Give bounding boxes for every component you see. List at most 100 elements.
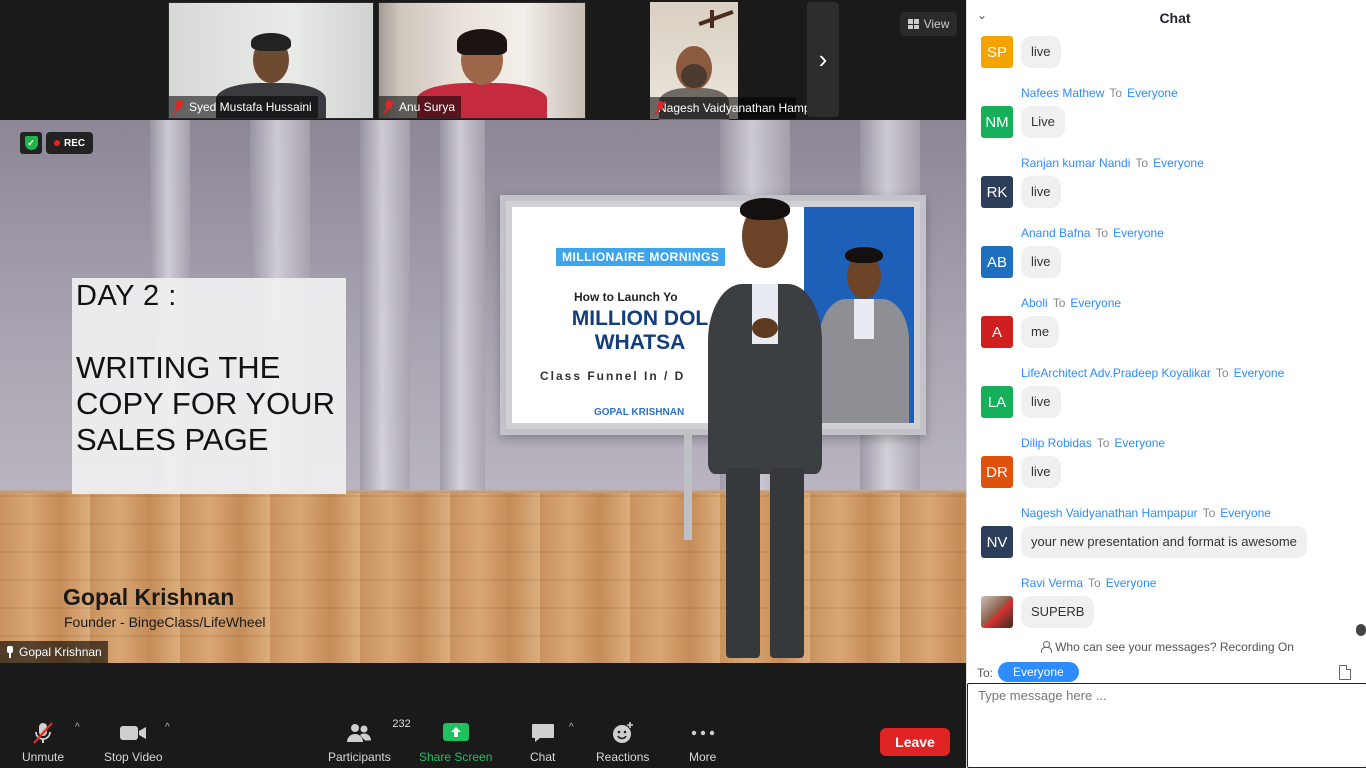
- chat-message-list[interactable]: SP live Nafees Mathew To Everyone NM Live …: [967, 36, 1359, 636]
- participant-name: Anu Surya: [399, 100, 456, 114]
- chat-button[interactable]: Chat: [530, 720, 555, 764]
- message-meta: Anand Bafna To Everyone: [1021, 226, 1164, 240]
- recipient-name[interactable]: Everyone: [1234, 366, 1285, 380]
- leave-button[interactable]: Leave: [880, 728, 950, 756]
- board-tagline: Class Funnel In / D: [540, 369, 686, 383]
- participant-name: Syed Mustafa Hussaini: [189, 100, 312, 114]
- message-meta: Ranjan kumar Nandi To Everyone: [1021, 156, 1204, 170]
- recipient-name[interactable]: Everyone: [1070, 296, 1121, 310]
- sender-name[interactable]: Anand Bafna: [1021, 226, 1090, 240]
- view-button-label: View: [923, 17, 950, 31]
- recipient-name[interactable]: Everyone: [1113, 226, 1164, 240]
- sender-name[interactable]: Nagesh Vaidyanathan Hampapur: [1021, 506, 1198, 520]
- reactions-button[interactable]: Reactions: [596, 720, 649, 764]
- participant-video-tile[interactable]: Anu Surya: [378, 2, 586, 119]
- to-word: To: [1096, 436, 1110, 450]
- participants-icon: 232: [346, 718, 411, 746]
- chat-title: Chat: [1159, 10, 1191, 26]
- sender-name[interactable]: LifeArchitect Adv.Pradeep Koyalikar: [1021, 366, 1211, 380]
- message-meta: Nafees Mathew To Everyone: [1021, 86, 1178, 100]
- to-word: To: [1095, 226, 1109, 240]
- security-shield-icon[interactable]: ✓: [20, 132, 42, 154]
- mic-muted-icon: [173, 100, 185, 114]
- message-bubble: live: [1021, 36, 1061, 68]
- chat-bubble-icon: [531, 720, 555, 746]
- to-word: To: [1215, 366, 1229, 380]
- chat-message-input[interactable]: [967, 683, 1366, 768]
- sender-name[interactable]: Ranjan kumar Nandi: [1021, 156, 1130, 170]
- active-speaker-label: Gopal Krishnan: [0, 641, 108, 663]
- participant-name-label: Nagesh Vaidyanathan Hampap...: [650, 97, 834, 119]
- message-bubble: Live: [1021, 106, 1065, 138]
- backdrop-pillar: [440, 120, 485, 490]
- to-word: To: [1202, 506, 1216, 520]
- recipient-selector[interactable]: Everyone: [998, 662, 1079, 682]
- next-page-button[interactable]: ›: [807, 2, 839, 117]
- message-bubble: live: [1021, 246, 1061, 278]
- share-screen-button[interactable]: Share Screen: [419, 720, 492, 764]
- mic-muted-icon: [383, 100, 395, 114]
- sender-avatar: RK: [981, 176, 1013, 208]
- message-bubble: your new presentation and format is awes…: [1021, 526, 1307, 558]
- share-screen-label: Share Screen: [419, 750, 493, 764]
- active-speaker-video[interactable]: DAY 2 : WRITING THE COPY FOR YOUR SALES …: [0, 120, 966, 663]
- to-label: To:: [977, 666, 994, 680]
- unmute-button[interactable]: Unmute: [22, 720, 64, 764]
- rec-badge[interactable]: REC: [46, 132, 94, 154]
- privacy-notice[interactable]: Who can see your messages? Recording On: [967, 640, 1366, 654]
- presenter-name-caption: Gopal Krishnan: [63, 584, 235, 610]
- view-button[interactable]: View: [900, 12, 957, 36]
- more-dots-icon: [691, 720, 715, 746]
- participants-count: 232: [392, 718, 411, 730]
- message-meta: Nagesh Vaidyanathan Hampapur To Everyone: [1021, 506, 1271, 520]
- recipient-name[interactable]: Everyone: [1127, 86, 1178, 100]
- audio-options-caret-icon[interactable]: ^: [75, 722, 80, 733]
- message-bubble: live: [1021, 386, 1061, 418]
- participant-thumbnail-strip: Syed Mustafa Hussaini Anu Surya Nagesh V…: [0, 0, 966, 122]
- to-word: To: [1088, 576, 1101, 590]
- sender-name[interactable]: Ravi Verma: [1021, 576, 1083, 590]
- sender-avatar: NM: [981, 106, 1013, 138]
- participant-video-tile[interactable]: Nagesh Vaidyanathan Hampap...: [650, 2, 834, 122]
- sender-photo-avatar: [981, 596, 1013, 628]
- message-bubble: live: [1021, 456, 1061, 488]
- sender-name[interactable]: Nafees Mathew: [1021, 86, 1104, 100]
- participant-video-tile[interactable]: Syed Mustafa Hussaini: [168, 2, 374, 119]
- sender-name[interactable]: Dilip Robidas: [1021, 436, 1092, 450]
- unmute-label: Unmute: [22, 750, 65, 764]
- participants-button[interactable]: 232 Participants: [328, 718, 411, 764]
- recipient-name[interactable]: Everyone: [1114, 436, 1165, 450]
- sender-name[interactable]: Aboli: [1021, 296, 1048, 310]
- chat-scrollbar-thumb[interactable]: [1356, 624, 1366, 636]
- message-bubble: live: [1021, 176, 1061, 208]
- participant-name-label: Anu Surya: [379, 96, 462, 118]
- video-options-caret-icon[interactable]: ^: [165, 722, 170, 733]
- file-icon[interactable]: [1339, 665, 1351, 680]
- recipient-row: To: Everyone: [967, 662, 1366, 682]
- chat-label: Chat: [530, 750, 556, 764]
- video-camera-icon: [119, 720, 147, 746]
- more-button[interactable]: More: [689, 720, 716, 764]
- rec-label: REC: [64, 137, 86, 149]
- chat-options-caret-icon[interactable]: ^: [569, 722, 574, 733]
- to-word: To: [1052, 296, 1066, 310]
- recipient-name[interactable]: Everyone: [1220, 506, 1271, 520]
- pin-icon: [6, 646, 14, 658]
- message-bubble: me: [1021, 316, 1060, 348]
- message-meta: Aboli To Everyone: [1021, 296, 1121, 310]
- person-icon: [1040, 641, 1053, 653]
- slide-day-heading: DAY 2 :: [76, 280, 177, 312]
- message-meta: LifeArchitect Adv.Pradeep Koyalikar To Eve…: [1021, 366, 1284, 380]
- slide-body-text: WRITING THE COPY FOR YOUR SALES PAGE: [76, 350, 335, 457]
- sender-avatar: A: [981, 316, 1013, 348]
- grid-view-icon: [907, 19, 919, 29]
- recipient-name[interactable]: Everyone: [1153, 156, 1204, 170]
- stop-video-label: Stop Video: [104, 750, 163, 764]
- to-word: To: [1109, 86, 1123, 100]
- smiley-icon: [611, 720, 635, 746]
- chevron-right-icon: ›: [818, 44, 828, 74]
- sender-avatar: SP: [981, 36, 1013, 68]
- recipient-name[interactable]: Everyone: [1106, 576, 1157, 590]
- stop-video-button[interactable]: Stop Video: [104, 720, 163, 764]
- board-subtitle: How to Launch Yo: [574, 290, 678, 304]
